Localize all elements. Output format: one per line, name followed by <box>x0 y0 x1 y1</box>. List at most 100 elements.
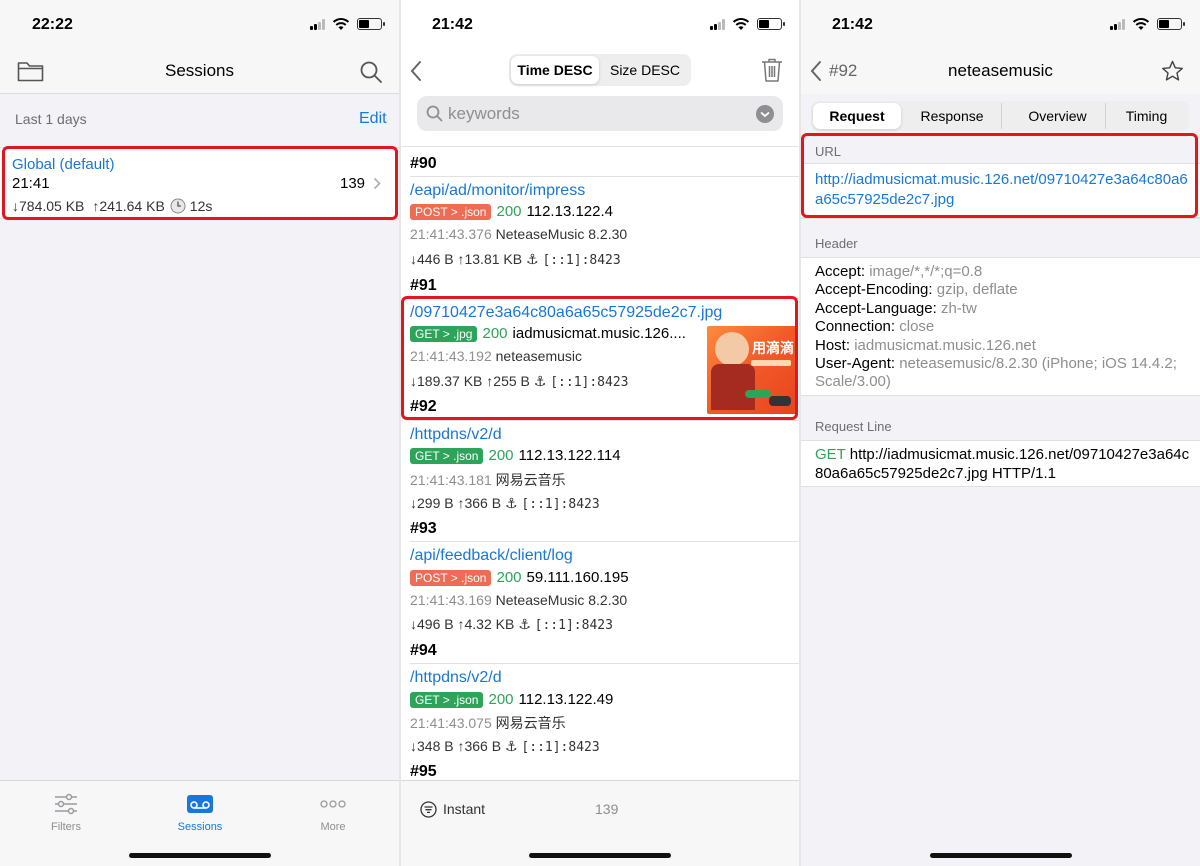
url-label: URL <box>815 144 842 159</box>
entry-number: #93 <box>410 520 437 537</box>
edit-button[interactable]: Edit <box>359 110 387 128</box>
method-badge: POST > .json <box>410 203 492 220</box>
request-url[interactable]: http://iadmusicmat.music.126.net/0971042… <box>815 170 1191 209</box>
tab-overview[interactable]: Overview <box>1001 103 1113 129</box>
entry-address: [::1]:8423 <box>542 253 621 268</box>
tab-filters-label: Filters <box>51 821 81 833</box>
entry-time: 21:41:43.376 <box>410 226 492 242</box>
session-time: 21:41 <box>12 175 50 192</box>
entry-address: [::1]:8423 <box>521 497 600 512</box>
list-divider <box>410 541 799 542</box>
status-bar: 21:42 <box>801 0 1200 50</box>
entry-app: 网易云音乐 <box>495 472 566 488</box>
entry-download: ↓299 B <box>410 495 454 511</box>
home-indicator <box>529 853 671 858</box>
sessions-icon <box>187 795 213 813</box>
page-title: Sessions <box>165 61 234 80</box>
mode-label[interactable]: Instant <box>443 801 485 817</box>
tab-timing[interactable]: Timing <box>1105 103 1187 129</box>
entry-number: #94 <box>410 642 437 659</box>
entry-path[interactable]: /eapi/ad/monitor/impress <box>410 182 585 200</box>
header-accept-language: Accept-Language: zh-tw <box>815 299 977 317</box>
entry-app: 网易云音乐 <box>495 715 566 731</box>
entry-time: 21:41:43.075 <box>410 715 492 731</box>
image-thumbnail[interactable]: 用滴滴 <box>707 326 797 414</box>
home-indicator <box>929 853 1072 858</box>
status-code: 200 <box>488 447 514 464</box>
detail-tabs: Request Response Overview Timing <box>811 101 1189 131</box>
back-chevron-icon[interactable] <box>409 60 423 82</box>
entry-download: ↓446 B <box>410 251 454 267</box>
request-count: 139 <box>595 801 619 817</box>
thumbnail-person <box>715 332 749 366</box>
tab-response[interactable]: Response <box>908 103 996 129</box>
list-divider <box>410 663 799 664</box>
list-divider <box>410 420 799 421</box>
entry-host: 112.13.122.114 <box>518 447 621 464</box>
entry-time: 21:41:43.169 <box>410 592 492 608</box>
method-badge: GET > .jpg <box>410 325 478 342</box>
sessions-screen: 22:22 Sessions Last 1 days Edit Global (… <box>0 0 399 866</box>
entry-host: 112.13.122.4 <box>526 203 613 220</box>
entry-upload: ↑366 B <box>457 738 502 754</box>
chevron-right-icon <box>373 177 381 190</box>
thumbnail-car <box>769 396 791 406</box>
status-time: 21:42 <box>432 16 473 33</box>
status-bar: 21:42 <box>401 0 799 50</box>
search-icon[interactable] <box>359 60 383 84</box>
status-time: 21:42 <box>832 16 873 33</box>
method-badge: POST > .json <box>410 569 492 586</box>
battery-icon <box>357 18 385 30</box>
entry-host: 59.111.160.195 <box>526 569 629 586</box>
sort-time-desc[interactable]: Time DESC <box>511 56 599 84</box>
signal-icon <box>310 19 327 30</box>
wifi-icon <box>1132 18 1150 30</box>
nav-bar: #92 neteasemusic <box>801 50 1200 94</box>
header-accept-encoding: Accept-Encoding: gzip, deflate <box>815 281 1018 299</box>
entry-number: #90 <box>410 155 437 172</box>
nav-bar: Sessions <box>0 50 399 94</box>
entry-host: iadmusicmat.music.126.... <box>512 325 686 342</box>
session-download: ↓784.05 KB <box>12 198 85 214</box>
bottom-toolbar: Instant 139 <box>401 780 799 866</box>
header-accept: Accept: image/*,*/*;q=0.8 <box>815 263 983 280</box>
header-group: Accept: image/*,*/*;q=0.8 Accept-Encodin… <box>801 257 1200 396</box>
sort-size-desc[interactable]: Size DESC <box>601 56 689 84</box>
entry-path[interactable]: /httpdns/v2/d <box>410 426 502 444</box>
list-divider <box>401 146 799 147</box>
search-field[interactable]: keywords <box>417 96 783 131</box>
entry-app: NeteaseMusic 8.2.30 <box>495 226 628 242</box>
filter-circle-icon[interactable] <box>420 801 437 818</box>
entry-address: [::1]:8423 <box>534 618 613 633</box>
entry-path[interactable]: /09710427e3a64c80a6a65c57925de2c7.jpg <box>410 304 722 322</box>
status-code: 200 <box>496 569 522 586</box>
tab-more[interactable]: More <box>288 791 378 833</box>
thumbnail-pill <box>745 390 771 398</box>
url-group: http://iadmusicmat.music.126.net/0971042… <box>801 163 1200 218</box>
tab-request[interactable]: Request <box>813 103 901 129</box>
entry-time: 21:41:43.192 <box>410 348 492 364</box>
entry-number: #95 <box>410 763 437 780</box>
header-label: Header <box>815 236 858 251</box>
entry-app: neteasemusic <box>495 348 583 364</box>
tab-filters[interactable]: Filters <box>21 791 111 833</box>
trash-icon[interactable] <box>760 57 784 83</box>
list-divider <box>410 298 799 299</box>
wifi-icon <box>332 18 350 30</box>
status-time: 22:22 <box>32 16 73 33</box>
dropdown-icon[interactable] <box>756 105 774 123</box>
more-icon <box>320 800 346 808</box>
entry-download: ↓348 B <box>410 738 454 754</box>
entry-path[interactable]: /httpdns/v2/d <box>410 669 502 687</box>
tab-sessions[interactable]: Sessions <box>155 791 245 833</box>
entry-path[interactable]: /api/feedback/client/log <box>410 547 573 565</box>
request-method: GET <box>815 446 846 463</box>
tab-more-label: More <box>320 821 346 833</box>
entry-upload: ↑4.32 KB <box>457 616 515 632</box>
list-divider <box>410 176 799 177</box>
header-connection: Connection: close <box>815 318 935 336</box>
session-row[interactable]: Global (default) 21:41 139 ↓784.05 KB ↑2… <box>0 147 399 219</box>
entry-time: 21:41:43.181 <box>410 472 492 488</box>
star-icon[interactable] <box>1161 60 1184 82</box>
signal-icon <box>710 19 727 30</box>
